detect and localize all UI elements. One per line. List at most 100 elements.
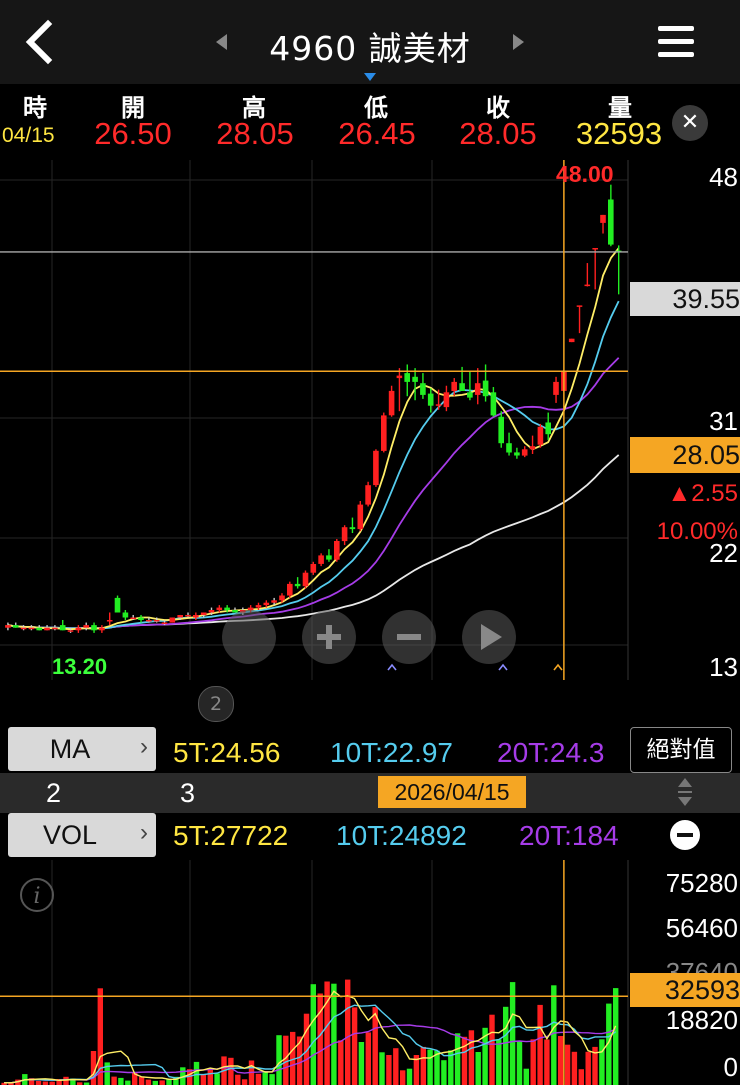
candle[interactable] xyxy=(67,630,74,632)
event-marker[interactable] xyxy=(387,663,397,671)
candle[interactable] xyxy=(83,625,89,628)
volume-bar[interactable] xyxy=(159,1080,165,1085)
volume-bar[interactable] xyxy=(35,1080,42,1085)
dropdown-caret-icon[interactable] xyxy=(364,73,376,81)
volume-bar[interactable] xyxy=(406,1068,413,1085)
candle[interactable] xyxy=(28,627,35,630)
menu-icon[interactable] xyxy=(658,26,694,58)
volume-bar[interactable] xyxy=(235,1074,241,1085)
vol-indicator-button[interactable]: VOL › xyxy=(8,813,156,857)
volume-bar[interactable] xyxy=(269,1074,275,1085)
candle[interactable] xyxy=(44,627,50,631)
volume-bar[interactable] xyxy=(42,1081,49,1085)
candle[interactable] xyxy=(600,214,606,223)
event-marker[interactable] xyxy=(498,663,508,671)
play-button[interactable] xyxy=(462,610,516,664)
volume-bar[interactable] xyxy=(489,1014,495,1085)
candle[interactable] xyxy=(373,450,379,486)
candle[interactable] xyxy=(467,392,473,398)
candle[interactable] xyxy=(263,602,270,606)
volume-bar[interactable] xyxy=(386,1055,392,1085)
candle[interactable] xyxy=(224,607,230,611)
candle[interactable] xyxy=(216,607,223,611)
candle[interactable] xyxy=(357,504,364,530)
volume-bar[interactable] xyxy=(475,1052,481,1085)
candle[interactable] xyxy=(349,527,356,530)
volume-bar[interactable] xyxy=(537,1004,543,1085)
volume-bar[interactable] xyxy=(400,1070,406,1085)
zoom-in-button[interactable] xyxy=(302,610,356,664)
volume-bar[interactable] xyxy=(516,1040,523,1085)
candle[interactable] xyxy=(294,583,301,587)
volume-bar[interactable] xyxy=(331,983,337,1085)
candle[interactable] xyxy=(388,390,395,416)
volume-bar[interactable] xyxy=(468,1030,475,1085)
page-badge[interactable]: 2 xyxy=(198,686,234,722)
price-chart[interactable] xyxy=(0,160,740,680)
next-stock-icon[interactable] xyxy=(513,34,524,50)
volume-bar[interactable] xyxy=(152,1080,158,1085)
volume-bar[interactable] xyxy=(207,1068,213,1085)
volume-bar[interactable] xyxy=(262,1071,268,1085)
volume-bar[interactable] xyxy=(571,1051,578,1085)
candle[interactable] xyxy=(608,199,614,245)
candle[interactable] xyxy=(521,449,528,456)
volume-bar[interactable] xyxy=(393,1048,399,1085)
volume-bar[interactable] xyxy=(564,1044,571,1085)
volume-bar[interactable] xyxy=(193,1061,200,1085)
volume-bar[interactable] xyxy=(255,1073,262,1085)
candle[interactable] xyxy=(75,627,82,631)
volume-bar[interactable] xyxy=(338,1040,344,1085)
candle[interactable] xyxy=(146,620,152,622)
volume-bar[interactable] xyxy=(503,1006,509,1085)
volume-bar[interactable] xyxy=(138,1076,145,1085)
volume-bar[interactable] xyxy=(365,1032,371,1085)
candle[interactable] xyxy=(553,381,559,395)
candle[interactable] xyxy=(498,416,504,444)
candle[interactable] xyxy=(545,422,551,435)
volume-bar[interactable] xyxy=(613,988,619,1085)
volume-bar[interactable] xyxy=(228,1057,234,1085)
candle[interactable] xyxy=(169,617,176,623)
volume-bar[interactable] xyxy=(585,1051,591,1085)
remove-indicator-button[interactable] xyxy=(670,820,700,850)
resize-updown-icon[interactable] xyxy=(676,776,694,808)
candle[interactable] xyxy=(482,380,489,397)
volume-bar[interactable] xyxy=(241,1079,248,1085)
rewind-button[interactable] xyxy=(222,610,276,664)
candle[interactable] xyxy=(326,555,332,560)
candle[interactable] xyxy=(584,284,591,287)
candle[interactable] xyxy=(36,627,42,631)
candle[interactable] xyxy=(130,617,136,620)
volume-bar[interactable] xyxy=(496,1039,502,1085)
ma-indicator-button[interactable]: MA › xyxy=(8,727,156,771)
volume-bar[interactable] xyxy=(111,1076,117,1085)
volume-bar[interactable] xyxy=(544,1039,550,1085)
candle[interactable] xyxy=(459,383,465,391)
volume-bar[interactable] xyxy=(324,981,330,1085)
volume-bar[interactable] xyxy=(118,1077,124,1085)
volume-bar[interactable] xyxy=(578,1069,584,1085)
volume-bar[interactable] xyxy=(599,1039,605,1085)
volume-bar[interactable] xyxy=(523,1068,529,1085)
volume-bar[interactable] xyxy=(317,993,323,1085)
candle[interactable] xyxy=(12,625,19,628)
volume-bar[interactable] xyxy=(420,1046,426,1085)
candle[interactable] xyxy=(200,612,207,616)
volume-bar[interactable] xyxy=(125,1080,131,1085)
close-icon[interactable]: ✕ xyxy=(672,105,708,141)
volume-bar[interactable] xyxy=(358,1042,365,1085)
volume-bar[interactable] xyxy=(551,985,557,1085)
candle[interactable] xyxy=(318,555,324,564)
candle[interactable] xyxy=(420,383,426,395)
candle[interactable] xyxy=(576,305,583,307)
candle[interactable] xyxy=(381,415,387,451)
candle[interactable] xyxy=(99,627,105,631)
candle[interactable] xyxy=(404,373,410,382)
candle[interactable] xyxy=(310,564,317,573)
candle[interactable] xyxy=(529,446,536,450)
volume-bar[interactable] xyxy=(461,1036,468,1085)
volume-bar[interactable] xyxy=(379,1052,385,1085)
candle[interactable] xyxy=(153,620,160,622)
zoom-out-button[interactable] xyxy=(382,610,436,664)
